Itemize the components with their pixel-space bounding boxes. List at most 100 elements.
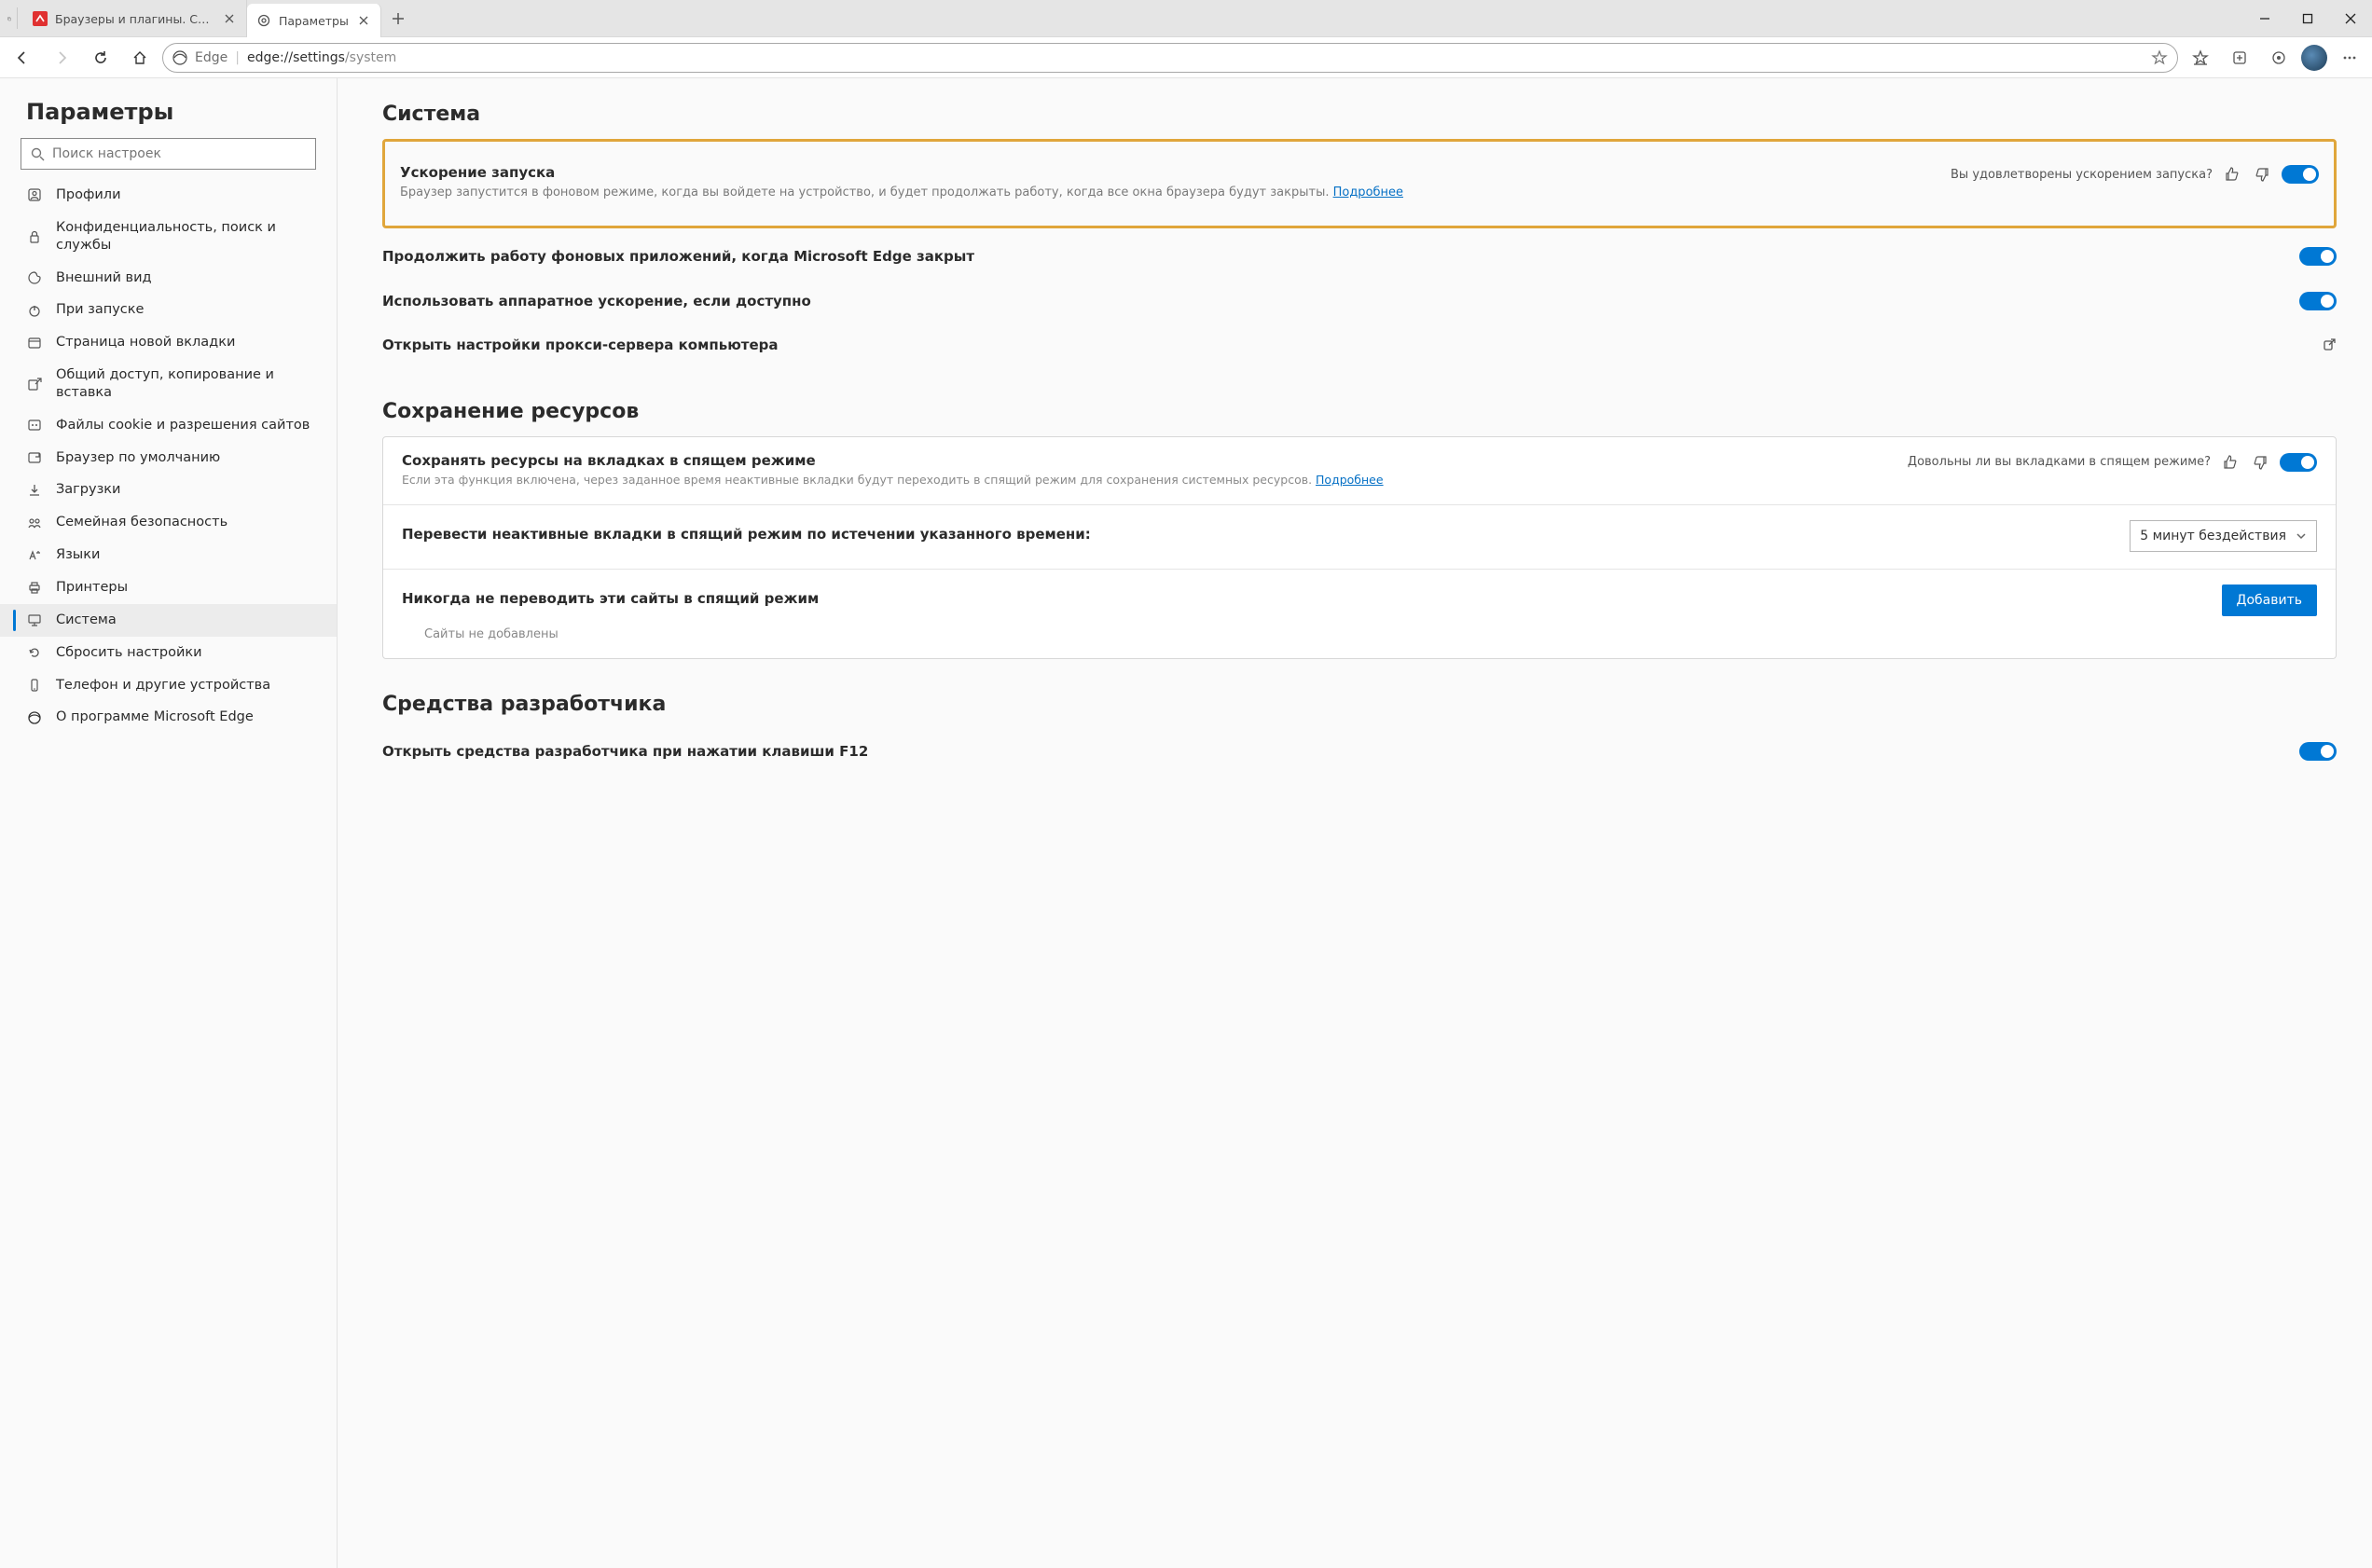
bg-apps-toggle[interactable] — [2299, 247, 2337, 266]
tab-actions-icon[interactable] — [0, 0, 11, 36]
favorite-star-icon[interactable] — [2151, 49, 2168, 66]
menu-button[interactable] — [2333, 43, 2366, 73]
download-icon — [26, 482, 43, 499]
section-system-heading: Система — [382, 103, 2337, 126]
sidebar-item-downloads[interactable]: Загрузки — [0, 474, 337, 506]
sidebar-item-about[interactable]: О программе Microsoft Edge — [0, 701, 337, 734]
add-site-button[interactable]: Добавить — [2222, 585, 2317, 616]
learn-more-link[interactable]: Подробнее — [1316, 473, 1384, 487]
thumbs-up-icon[interactable] — [2220, 452, 2241, 473]
thumbs-down-icon[interactable] — [2252, 164, 2272, 185]
settings-search[interactable] — [21, 138, 316, 170]
close-icon[interactable] — [222, 11, 237, 26]
system-icon — [26, 612, 43, 628]
tab-label: Параметры — [279, 14, 349, 28]
timeout-value: 5 минут бездействия — [2140, 529, 2286, 543]
sidebar-item-label: Принтеры — [56, 579, 128, 597]
power-icon — [26, 302, 43, 319]
sidebar-item-label: Телефон и другие устройства — [56, 677, 270, 695]
settings-search-input[interactable] — [52, 146, 306, 161]
external-link-icon — [2322, 337, 2337, 352]
search-icon — [31, 147, 45, 161]
sidebar-item-share[interactable]: Общий доступ, копирование и вставка — [0, 359, 337, 409]
hw-accel-label: Использовать аппаратное ускорение, если … — [382, 293, 811, 309]
sidebar-item-default[interactable]: Браузер по умолчанию — [0, 442, 337, 475]
home-button[interactable] — [123, 43, 157, 73]
edge-logo-icon — [172, 50, 187, 65]
boost-feedback-q: Вы удовлетворены ускорением запуска? — [1951, 168, 2213, 182]
tab-settings[interactable]: Параметры — [247, 4, 381, 37]
minimize-button[interactable] — [2243, 0, 2286, 36]
share-icon — [26, 376, 43, 392]
sidebar-item-system[interactable]: Система — [0, 604, 337, 637]
timeout-label: Перевести неактивные вкладки в спящий ре… — [402, 526, 2115, 543]
newtab-icon — [26, 335, 43, 351]
address-bar[interactable]: Edge | edge://settings/system — [162, 43, 2178, 73]
sidebar-item-label: О программе Microsoft Edge — [56, 708, 254, 726]
boost-toggle[interactable] — [2282, 165, 2319, 184]
proxy-row[interactable]: Открыть настройки прокси-сервера компьют… — [382, 323, 2337, 366]
close-icon[interactable] — [356, 13, 371, 28]
chevron-down-icon — [2296, 530, 2307, 542]
sidebar-item-label: Общий доступ, копирование и вставка — [56, 366, 310, 402]
maximize-button[interactable] — [2286, 0, 2329, 36]
section-resources-heading: Сохранение ресурсов — [382, 400, 2337, 423]
sidebar-item-languages[interactable]: Языки — [0, 539, 337, 571]
sidebar-item-onstartup[interactable]: При запуске — [0, 294, 337, 326]
favicon-tab1 — [33, 11, 48, 26]
gear-icon — [256, 13, 271, 28]
sidebar-item-appearance[interactable]: Внешний вид — [0, 262, 337, 295]
resources-box: Сохранять ресурсы на вкладках в спящем р… — [382, 436, 2337, 660]
learn-more-link[interactable]: Подробнее — [1333, 186, 1403, 199]
edge-icon — [26, 709, 43, 726]
sidebar-item-phone[interactable]: Телефон и другие устройства — [0, 669, 337, 702]
sidebar-item-label: Браузер по умолчанию — [56, 449, 220, 467]
section-devtools-heading: Средства разработчика — [382, 693, 2337, 716]
sidebar-item-profiles[interactable]: Профили — [0, 179, 337, 212]
sleep-desc: Если эта функция включена, через заданно… — [402, 473, 1893, 488]
sleep-toggle[interactable] — [2280, 453, 2317, 472]
sidebar-item-label: Профили — [56, 186, 121, 204]
sidebar-heading: Параметры — [0, 99, 337, 138]
thumbs-up-icon[interactable] — [2222, 164, 2242, 185]
f12-label: Открыть средства разработчика при нажати… — [382, 743, 868, 760]
boost-title: Ускорение запуска — [400, 164, 1934, 181]
collections-button[interactable] — [2223, 43, 2256, 73]
sleep-feedback-q: Довольны ли вы вкладками в спящем режиме… — [1908, 455, 2211, 469]
sidebar-item-cookies[interactable]: Файлы cookie и разрешения сайтов — [0, 409, 337, 442]
title-bar: Браузеры и плагины. Скачать б Параметры — [0, 0, 2372, 37]
phone-icon — [26, 677, 43, 694]
f12-row: Открыть средства разработчика при нажати… — [382, 729, 2337, 774]
sidebar-item-label: Конфиденциальность, поиск и службы — [56, 219, 310, 254]
sidebar-item-printers[interactable]: Принтеры — [0, 571, 337, 604]
favorites-button[interactable] — [2184, 43, 2217, 73]
thumbs-down-icon[interactable] — [2250, 452, 2270, 473]
sidebar-item-privacy[interactable]: Конфиденциальность, поиск и службы — [0, 212, 337, 262]
language-icon — [26, 547, 43, 564]
sidebar-item-label: Сбросить настройки — [56, 644, 202, 662]
sleep-title: Сохранять ресурсы на вкладках в спящем р… — [402, 452, 1893, 469]
sidebar-item-label: Семейная безопасность — [56, 514, 228, 531]
startup-boost-highlight: Ускорение запуска Браузер запустится в ф… — [382, 139, 2337, 228]
back-button[interactable] — [6, 43, 39, 73]
lock-icon — [26, 228, 43, 245]
sidebar-item-label: Файлы cookie и разрешения сайтов — [56, 417, 310, 434]
sidebar-item-newtab[interactable]: Страница новой вкладки — [0, 326, 337, 359]
reload-button[interactable] — [84, 43, 117, 73]
new-tab-button[interactable] — [381, 0, 415, 36]
sidebar-item-label: Языки — [56, 546, 100, 564]
settings-sidebar: Параметры Профили Конфиденциальность, по… — [0, 78, 338, 1568]
cookies-icon — [26, 417, 43, 433]
sidebar-item-reset[interactable]: Сбросить настройки — [0, 637, 337, 669]
f12-toggle[interactable] — [2299, 742, 2337, 761]
timeout-select[interactable]: 5 минут бездействия — [2130, 520, 2317, 552]
close-window-button[interactable] — [2329, 0, 2372, 36]
sidebar-item-family[interactable]: Семейная безопасность — [0, 506, 337, 539]
tab-browsers[interactable]: Браузеры и плагины. Скачать б — [23, 0, 247, 37]
forward-button[interactable] — [45, 43, 78, 73]
toolbar: Edge | edge://settings/system — [0, 37, 2372, 78]
hw-accel-toggle[interactable] — [2299, 292, 2337, 310]
extensions-button[interactable] — [2262, 43, 2296, 73]
printer-icon — [26, 579, 43, 596]
profile-avatar[interactable] — [2301, 45, 2327, 71]
